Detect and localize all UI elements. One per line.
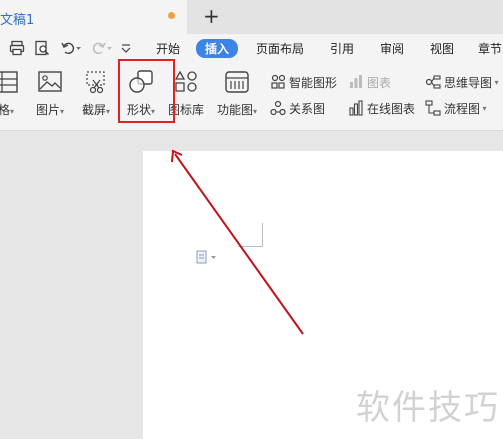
- red-arrow-annotation: [171, 149, 304, 335]
